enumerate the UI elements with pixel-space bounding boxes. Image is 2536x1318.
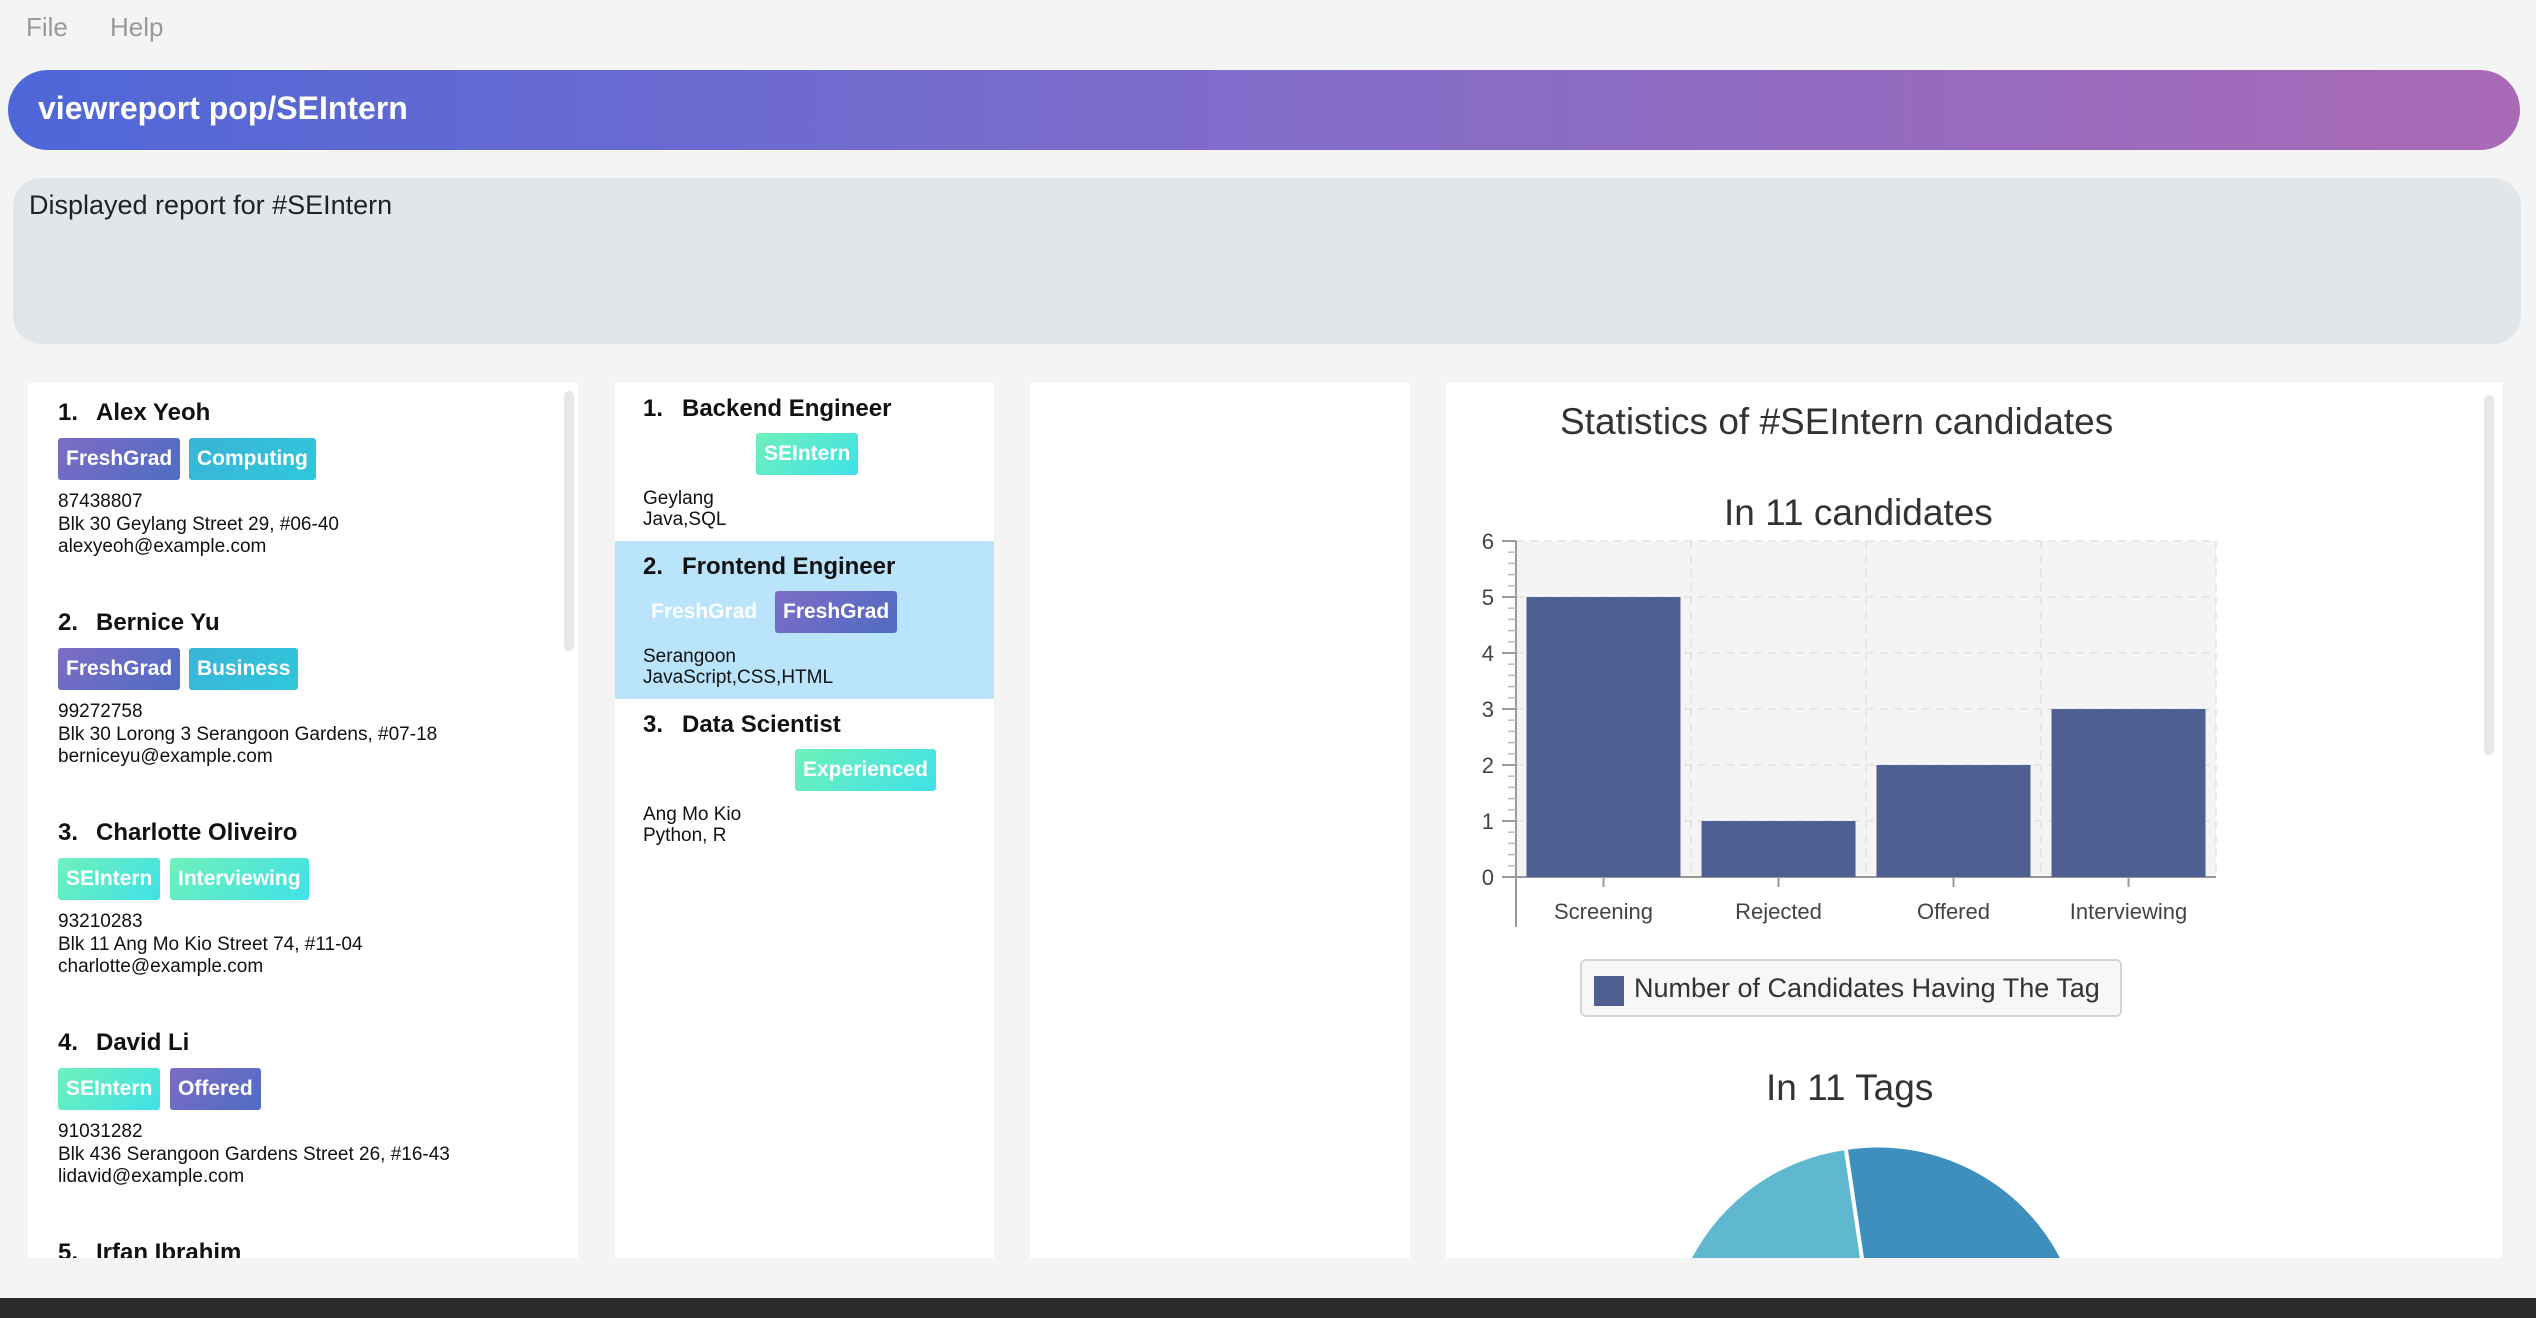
- bar-chart-subtitle: In 11 candidates: [1724, 492, 1993, 533]
- person-list-scrollbar[interactable]: [564, 391, 574, 651]
- job-card-selected[interactable]: 2. Frontend Engineer FreshGrad FreshGrad…: [615, 541, 994, 699]
- person-card[interactable]: 2. Bernice Yu FreshGrad Business 9927275…: [28, 593, 558, 803]
- person-address: Blk 30 Geylang Street 29, #06-40: [58, 514, 339, 535]
- x-tick-label: Offered: [1917, 899, 1990, 924]
- person-address: Blk 436 Serangoon Gardens Street 26, #16…: [58, 1144, 450, 1165]
- person-index: 4.: [58, 1029, 79, 1056]
- y-tick-label: 6: [1482, 533, 1494, 554]
- person-phone: 87438807: [58, 491, 143, 512]
- stats-scrollbar[interactable]: [2484, 395, 2494, 755]
- x-tick-label: Screening: [1554, 899, 1653, 924]
- person-card[interactable]: 3. Charlotte Oliveiro SEIntern Interview…: [28, 803, 558, 1013]
- status-bar: [0, 1298, 2536, 1318]
- person-phone: 93210283: [58, 911, 143, 932]
- job-index: 2.: [643, 553, 664, 580]
- legend-label: Number of Candidates Having The Tag: [1634, 973, 2100, 1003]
- bar: [2051, 709, 2206, 877]
- person-tag: Computing: [189, 438, 316, 480]
- bar-chart: 0 1 2 3 4 5 6 Screening Rejected Offered Interview…: [1482, 533, 2217, 927]
- job-list-panel[interactable]: 1. Backend Engineer SEIntern Geylang Jav…: [615, 383, 994, 1258]
- command-input[interactable]: viewreport pop/SEIntern: [38, 90, 408, 127]
- job-tag: FreshGrad: [651, 600, 758, 623]
- person-tag: Business: [189, 648, 299, 690]
- job-skills: JavaScript,CSS,HTML: [643, 667, 834, 688]
- person-card[interactable]: 5. Irfan Ibrahim: [28, 1223, 558, 1258]
- job-skills: Java,SQL: [643, 509, 727, 530]
- person-name: Alex Yeoh: [96, 399, 211, 426]
- legend-swatch: [1594, 976, 1624, 1006]
- x-tick-label: Rejected: [1735, 899, 1822, 924]
- job-index: 1.: [643, 395, 664, 422]
- stats-title: Statistics of #SEIntern candidates: [1560, 401, 2114, 442]
- job-title: Frontend Engineer: [682, 553, 896, 580]
- command-box[interactable]: viewreport pop/SEIntern: [8, 70, 2520, 150]
- statistics-panel[interactable]: Statistics of #SEIntern candidates In 11…: [1446, 383, 2502, 1258]
- job-location: Geylang: [643, 488, 714, 509]
- person-name: Bernice Yu: [96, 609, 220, 636]
- job-title: Backend Engineer: [682, 395, 892, 422]
- x-tick-label: Interviewing: [2070, 899, 2187, 924]
- chart-legend: Number of Candidates Having The Tag: [1580, 959, 2122, 1017]
- pie-slice: [1846, 1147, 2060, 1258]
- person-address: Blk 30 Lorong 3 Serangoon Gardens, #07-1…: [58, 724, 438, 745]
- empty-panel: [1030, 383, 1410, 1258]
- person-tag: Interviewing: [170, 858, 309, 900]
- job-tag: SEIntern: [756, 433, 859, 475]
- person-address: Blk 11 Ang Mo Kio Street 74, #11-04: [58, 934, 363, 955]
- job-skills: Python, R: [643, 825, 727, 846]
- menu-bar: File Help: [0, 0, 2536, 56]
- person-email: lidavid@example.com: [58, 1166, 245, 1187]
- job-index: 3.: [643, 711, 664, 738]
- job-card[interactable]: 3. Data Scientist Experienced Ang Mo Kio…: [615, 699, 994, 857]
- person-tag: FreshGrad: [58, 648, 181, 690]
- person-tag: SEIntern: [58, 858, 161, 900]
- person-index: 1.: [58, 399, 79, 426]
- person-name: David Li: [96, 1029, 190, 1056]
- pie-chart-subtitle: In 11 Tags: [1766, 1067, 1934, 1108]
- job-card[interactable]: 1. Backend Engineer SEIntern Geylang Jav…: [615, 383, 994, 541]
- result-display: Displayed report for #SEIntern: [13, 178, 2521, 344]
- person-phone: 91031282: [58, 1121, 143, 1142]
- job-location: Serangoon: [643, 646, 736, 667]
- person-name: Charlotte Oliveiro: [96, 819, 298, 846]
- person-phone: 99272758: [58, 701, 143, 722]
- result-text: Displayed report for #SEIntern: [29, 190, 393, 220]
- job-tag: FreshGrad: [775, 591, 898, 633]
- person-email: alexyeoh@example.com: [58, 536, 267, 557]
- person-email: berniceyu@example.com: [58, 746, 273, 767]
- app-window: File Help viewreport pop/SEIntern Displa…: [0, 0, 2536, 1318]
- y-tick-label: 1: [1482, 809, 1494, 834]
- person-card[interactable]: 1. Alex Yeoh FreshGrad Computing 8743880…: [28, 383, 558, 593]
- person-tag: FreshGrad: [58, 438, 181, 480]
- job-tag: Experienced: [795, 749, 936, 791]
- person-tag: Offered: [170, 1068, 261, 1110]
- person-tag: SEIntern: [58, 1068, 161, 1110]
- bar: [1876, 765, 2031, 877]
- y-tick-label: 0: [1482, 865, 1494, 890]
- person-index: 2.: [58, 609, 79, 636]
- person-index: 3.: [58, 819, 79, 846]
- person-list-panel[interactable]: 1. Alex Yeoh FreshGrad Computing 8743880…: [28, 383, 578, 1258]
- y-tick-label: 3: [1482, 697, 1494, 722]
- pie-chart: [1692, 1147, 2060, 1258]
- y-tick-label: 2: [1482, 753, 1494, 778]
- bar: [1526, 597, 1681, 877]
- menu-file[interactable]: File: [26, 12, 68, 43]
- menu-help[interactable]: Help: [110, 12, 163, 43]
- person-name: Irfan Ibrahim: [96, 1239, 242, 1258]
- job-title: Data Scientist: [682, 711, 841, 738]
- person-card[interactable]: 4. David Li SEIntern Offered 91031282 Bl…: [28, 1013, 558, 1223]
- person-email: charlotte@example.com: [58, 956, 264, 977]
- y-tick-label: 4: [1482, 641, 1494, 666]
- person-index: 5.: [58, 1239, 79, 1258]
- job-location: Ang Mo Kio: [643, 804, 742, 825]
- bar: [1701, 821, 1856, 877]
- y-tick-label: 5: [1482, 585, 1494, 610]
